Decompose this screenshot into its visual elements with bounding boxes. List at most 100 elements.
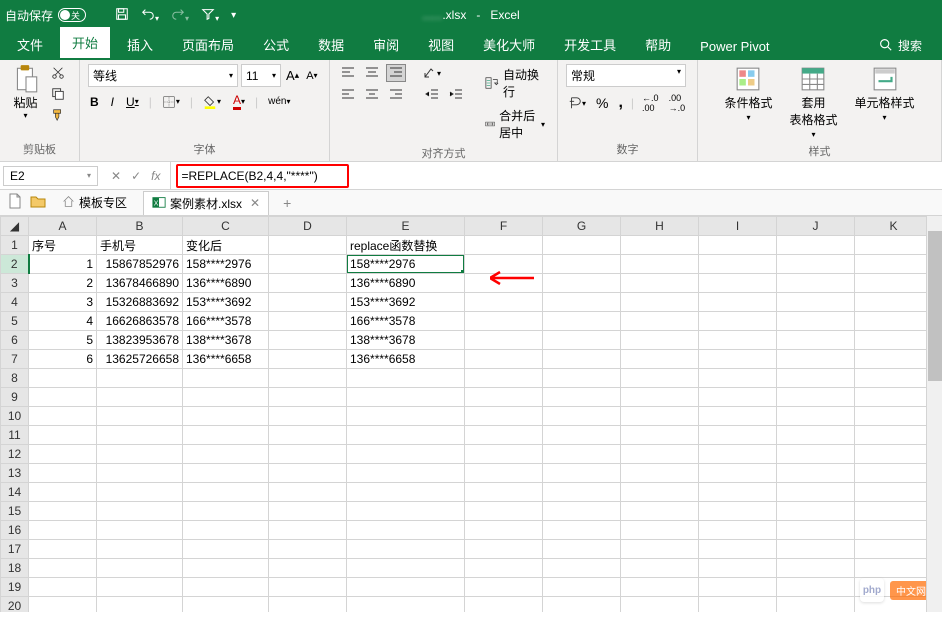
autosave-toggle[interactable]: 自动保存 关 <box>5 7 100 24</box>
cell[interactable] <box>97 464 183 483</box>
cell[interactable]: 158****2976 <box>347 255 465 274</box>
cell[interactable] <box>29 426 97 445</box>
cell[interactable]: 13823953678 <box>97 331 183 350</box>
cell[interactable] <box>621 502 699 521</box>
cell[interactable] <box>465 426 543 445</box>
cell[interactable] <box>347 464 465 483</box>
row-header[interactable]: 13 <box>1 464 29 483</box>
cell[interactable] <box>699 597 777 613</box>
cell[interactable] <box>183 540 269 559</box>
cell[interactable] <box>465 578 543 597</box>
cell[interactable]: 166****3578 <box>347 312 465 331</box>
cell[interactable] <box>855 483 933 502</box>
cell[interactable] <box>855 388 933 407</box>
cell[interactable]: 13678466890 <box>97 274 183 293</box>
cell[interactable] <box>621 312 699 331</box>
cell[interactable]: replace函数替换 <box>347 236 465 255</box>
cell[interactable] <box>855 407 933 426</box>
cell[interactable] <box>269 483 347 502</box>
cell[interactable] <box>465 350 543 369</box>
col-header-H[interactable]: H <box>621 217 699 236</box>
cell[interactable] <box>699 502 777 521</box>
name-box[interactable]: E2 ▾ <box>3 166 98 186</box>
select-all-corner[interactable]: ◢ <box>1 217 29 236</box>
cell[interactable] <box>621 521 699 540</box>
cell[interactable] <box>269 464 347 483</box>
cell[interactable] <box>621 236 699 255</box>
cell[interactable] <box>347 369 465 388</box>
cell[interactable] <box>29 388 97 407</box>
cell[interactable] <box>183 369 269 388</box>
cell[interactable] <box>347 559 465 578</box>
cell[interactable] <box>777 255 855 274</box>
cell[interactable] <box>29 445 97 464</box>
cell[interactable] <box>699 445 777 464</box>
search-bar[interactable]: 搜索 <box>879 37 937 60</box>
cell[interactable] <box>543 578 621 597</box>
cell[interactable] <box>97 426 183 445</box>
row-header[interactable]: 6 <box>1 331 29 350</box>
cell[interactable] <box>699 426 777 445</box>
row-header[interactable]: 4 <box>1 293 29 312</box>
scrollbar-thumb[interactable] <box>928 231 942 381</box>
cell[interactable] <box>621 578 699 597</box>
cell[interactable] <box>465 388 543 407</box>
cell[interactable] <box>621 350 699 369</box>
cell[interactable] <box>777 521 855 540</box>
new-doc-icon[interactable] <box>8 193 22 212</box>
merge-center-button[interactable]: 合并后居中 ▾ <box>481 105 549 143</box>
cell[interactable] <box>699 407 777 426</box>
cell[interactable]: 16626863578 <box>97 312 183 331</box>
number-format-combo[interactable]: 常规▾ <box>566 64 686 87</box>
cell[interactable] <box>621 293 699 312</box>
cell[interactable] <box>269 255 347 274</box>
cell[interactable]: 15867852976 <box>97 255 183 274</box>
cell[interactable] <box>543 597 621 613</box>
cell[interactable] <box>777 274 855 293</box>
cell[interactable] <box>855 312 933 331</box>
cell[interactable]: 3 <box>29 293 97 312</box>
cell[interactable]: 15326883692 <box>97 293 183 312</box>
cell[interactable] <box>269 293 347 312</box>
cell[interactable] <box>621 331 699 350</box>
conditional-format-button[interactable]: 条件格式▾ <box>718 64 778 124</box>
cell[interactable]: 136****6658 <box>183 350 269 369</box>
cell[interactable] <box>543 483 621 502</box>
cell[interactable]: 13625726658 <box>97 350 183 369</box>
cell[interactable] <box>97 388 183 407</box>
align-middle-icon[interactable] <box>362 64 382 82</box>
cell[interactable] <box>465 236 543 255</box>
cell[interactable] <box>777 236 855 255</box>
cell[interactable] <box>699 350 777 369</box>
cell[interactable] <box>777 578 855 597</box>
row-header[interactable]: 5 <box>1 312 29 331</box>
cell[interactable] <box>777 502 855 521</box>
file-tab[interactable]: X 案例素材.xlsx ✕ <box>143 191 269 215</box>
cell[interactable] <box>29 369 97 388</box>
cell[interactable] <box>855 426 933 445</box>
row-header[interactable]: 10 <box>1 407 29 426</box>
cell[interactable] <box>269 350 347 369</box>
cell[interactable] <box>699 255 777 274</box>
cell[interactable] <box>269 502 347 521</box>
cell[interactable] <box>183 521 269 540</box>
cell[interactable] <box>543 464 621 483</box>
row-header[interactable]: 20 <box>1 597 29 613</box>
cell[interactable]: 158****2976 <box>183 255 269 274</box>
cell[interactable] <box>543 502 621 521</box>
cell[interactable] <box>183 502 269 521</box>
row-header[interactable]: 19 <box>1 578 29 597</box>
row-header[interactable]: 18 <box>1 559 29 578</box>
cell[interactable] <box>543 236 621 255</box>
cell[interactable] <box>543 255 621 274</box>
fill-handle[interactable] <box>461 270 465 274</box>
cell[interactable] <box>855 350 933 369</box>
tab-help[interactable]: 帮助 <box>633 29 683 60</box>
cell[interactable] <box>347 445 465 464</box>
cell[interactable]: 153****3692 <box>347 293 465 312</box>
cell[interactable]: 2 <box>29 274 97 293</box>
cell[interactable] <box>777 407 855 426</box>
cell[interactable] <box>183 464 269 483</box>
cell[interactable] <box>269 407 347 426</box>
cell[interactable] <box>621 464 699 483</box>
